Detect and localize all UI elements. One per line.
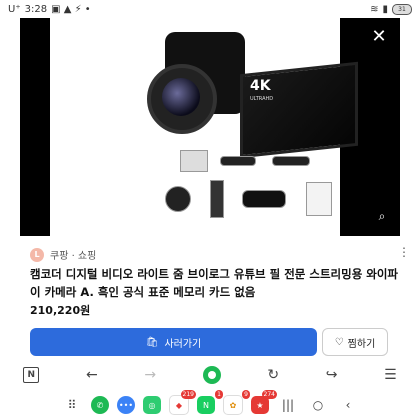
lens-glass (162, 78, 200, 116)
wish-button-label: 찜하기 (347, 338, 376, 350)
app-6-icon[interactable]: ✿ 9 (223, 390, 250, 415)
browser-toolbar: N ← → ↻ ↪ ☰ (0, 362, 420, 388)
back-button-icon[interactable]: ‹ (337, 398, 359, 412)
camcorder-screen (240, 61, 358, 159)
messages-icon[interactable]: ••• (117, 396, 135, 414)
remote-accessory (210, 180, 224, 218)
image-search-icon[interactable]: ⌕ (372, 206, 392, 226)
app-7-icon[interactable]: ★ 274 (251, 390, 277, 414)
menu-icon[interactable]: ☰ (384, 367, 397, 383)
recent-apps-icon[interactable]: ||| (277, 398, 299, 412)
seller-row[interactable]: L 쿠팡 · 쇼핑 (30, 247, 96, 262)
share-icon[interactable]: ↪ (326, 367, 338, 383)
heart-icon: ♡ (334, 336, 344, 348)
seller-avatar: L (30, 247, 44, 262)
naver-icon[interactable]: N1 (197, 390, 223, 414)
buy-button[interactable]: 🛍 사러가기 (30, 328, 317, 356)
product-image-viewer[interactable]: 4K ULTRAHD ✕ ⌕ (20, 18, 400, 236)
cable-accessory (220, 156, 256, 166)
product-price: 210,220원 (30, 304, 91, 317)
battery-icon: 31 (392, 3, 412, 15)
dock: ⠿ ✆ ••• ◎ ◆ 219 N1 ✿ 9 ★ 274 ||| ○ ‹ (0, 390, 420, 418)
manual-accessory (306, 182, 332, 216)
refresh-icon[interactable]: ↻ (267, 367, 279, 383)
forward-icon[interactable]: → (144, 367, 156, 383)
signal-icon: ▮ (382, 3, 388, 15)
product-image: 4K ULTRAHD (50, 18, 358, 236)
usb-cable-accessory (272, 156, 310, 166)
wifi-icon: ≋ (370, 3, 379, 15)
cart-icon: 🛍 (145, 336, 159, 348)
back-icon[interactable]: ← (86, 367, 98, 383)
tabs-icon[interactable]: N (23, 367, 40, 383)
more-options-icon[interactable]: ⋮ (398, 245, 410, 259)
buy-button-label: 사러가기 (164, 338, 202, 350)
apps-grid-icon[interactable]: ⠿ (61, 398, 83, 412)
notification-icons: ▣ ▲ ⚡ • (51, 3, 91, 15)
seller-name: 쿠팡 · 쇼핑 (50, 251, 97, 262)
app-4-icon[interactable]: ◆ 219 (169, 390, 196, 415)
status-bar: U⁺ 3:28 ▣ ▲ ⚡ • ≋ ▮ 31 (0, 0, 420, 18)
time-label: 3:28 (24, 3, 48, 15)
bag-accessory (242, 190, 286, 208)
phone-icon[interactable]: ✆ (91, 396, 109, 414)
screen-sub-label: ULTRAHD (250, 96, 274, 102)
home-button-icon[interactable]: ○ (307, 398, 329, 412)
carrier-label: U⁺ (8, 3, 21, 15)
screen-4k-label: 4K (250, 78, 271, 94)
chat-icon[interactable]: ◎ (143, 396, 161, 414)
close-icon[interactable]: ✕ (368, 26, 390, 48)
lens-cap-accessory (165, 186, 191, 212)
battery-accessory (180, 150, 208, 172)
wish-button[interactable]: ♡ 찜하기 (322, 328, 388, 356)
product-title: 캠코더 디지털 비디오 라이트 줌 브이로그 유튜브 필 전문 스트리밍용 와이… (30, 267, 399, 299)
home-icon[interactable] (202, 366, 221, 384)
